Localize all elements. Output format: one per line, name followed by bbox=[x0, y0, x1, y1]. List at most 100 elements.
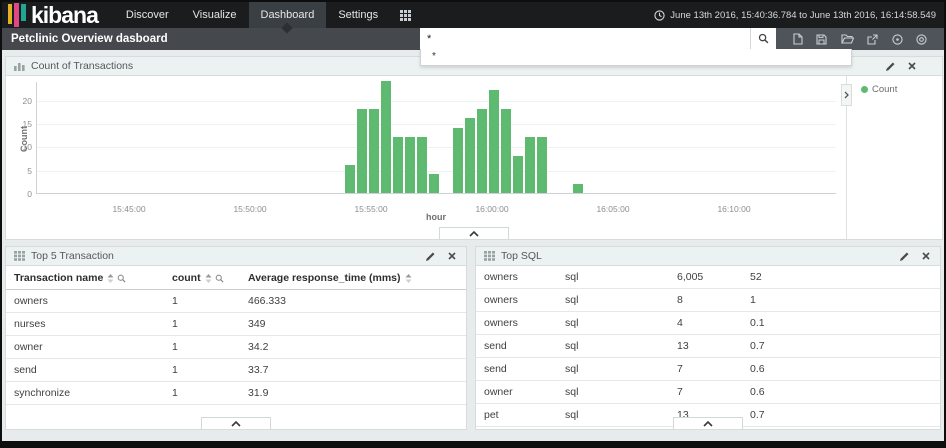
bar-chart-plot[interactable]: 0 5 10 15 20 15:45:00 15:50:00 15:55:00 16:00:00… bbox=[23, 81, 836, 214]
bar-16:00:00[interactable] bbox=[489, 90, 499, 193]
bar-15:54:00[interactable] bbox=[345, 165, 355, 193]
table-cell: 52 bbox=[742, 266, 940, 289]
bar-15:54:30[interactable] bbox=[357, 109, 367, 193]
panel-top5-transaction: Top 5 Transaction Transaction name count A… bbox=[5, 246, 467, 430]
column-search-icon[interactable] bbox=[117, 274, 126, 283]
table-row[interactable]: send sql 7 0.6 bbox=[476, 357, 940, 381]
bar-15:56:00[interactable] bbox=[393, 137, 403, 193]
table-row[interactable]: nurses 1 349 bbox=[6, 312, 466, 336]
table-cell: 0.6 bbox=[742, 357, 940, 381]
top5-collapse-toggle[interactable] bbox=[201, 417, 271, 429]
bar-15:59:30[interactable] bbox=[477, 109, 487, 193]
chevron-up-icon bbox=[469, 230, 479, 237]
table-cell: 1 bbox=[164, 381, 240, 405]
query-input[interactable] bbox=[420, 28, 750, 50]
remove-panel-icon[interactable] bbox=[448, 252, 456, 260]
query-suggestion-item[interactable]: * bbox=[421, 49, 851, 65]
gridline bbox=[37, 147, 836, 149]
dashboard-title: Petclinic Overview dasboard bbox=[2, 28, 420, 50]
table-row[interactable]: owners sql 4 0.1 bbox=[476, 311, 940, 335]
bar-15:57:00[interactable] bbox=[417, 137, 427, 193]
legend-color-dot bbox=[861, 86, 868, 93]
table-row[interactable]: send sql 13 0.7 bbox=[476, 334, 940, 358]
y-axis-tick: 20 bbox=[22, 95, 32, 106]
logo-stripe-gold bbox=[8, 4, 12, 24]
bar-16:02:00[interactable] bbox=[537, 137, 547, 193]
bar-15:59:00[interactable] bbox=[465, 118, 475, 193]
remove-panel-icon[interactable] bbox=[922, 252, 930, 260]
table-row[interactable]: owner sql 7 0.6 bbox=[476, 380, 940, 404]
table-cell: 8 bbox=[669, 288, 742, 312]
bar-16:03:30[interactable] bbox=[573, 184, 583, 193]
table-cell: owner bbox=[6, 335, 164, 359]
table-cell: 0.7 bbox=[742, 334, 940, 358]
table-cell: sql bbox=[557, 311, 669, 335]
add-circle-icon[interactable] bbox=[890, 32, 905, 47]
topsql-collapse-toggle[interactable] bbox=[673, 417, 743, 429]
column-header-count[interactable]: count bbox=[164, 266, 240, 290]
bar-16:01:30[interactable] bbox=[525, 137, 535, 193]
column-header-transaction-name[interactable]: Transaction name bbox=[6, 266, 164, 290]
table-row[interactable]: owner 1 34.2 bbox=[6, 335, 466, 359]
kibana-app: kibana Discover Visualize Dashboard Setting… bbox=[2, 2, 944, 441]
sort-icon[interactable] bbox=[205, 273, 212, 283]
gridline bbox=[37, 124, 836, 125]
table-cell: 7 bbox=[669, 380, 742, 404]
nav-item-visualize[interactable]: Visualize bbox=[181, 2, 249, 28]
top5-panel-title: Top 5 Transaction bbox=[31, 250, 114, 262]
edit-visualization-icon[interactable] bbox=[900, 252, 909, 261]
chart-collapse-toggle[interactable] bbox=[439, 227, 509, 239]
bar-15:56:30[interactable] bbox=[405, 137, 415, 193]
column-label: Transaction name bbox=[14, 272, 104, 284]
sort-icon[interactable] bbox=[405, 273, 412, 283]
open-folder-icon[interactable] bbox=[839, 32, 856, 46]
nav-item-settings[interactable]: Settings bbox=[326, 2, 390, 28]
y-axis-tick: 15 bbox=[22, 119, 32, 129]
table-row[interactable]: synchronize 1 31.9 bbox=[6, 381, 466, 405]
new-document-icon[interactable] bbox=[791, 31, 805, 47]
gear-circle-icon[interactable] bbox=[914, 32, 929, 47]
bar-15:55:30[interactable] bbox=[381, 81, 391, 193]
table-row[interactable]: owners 1 466.333 bbox=[6, 289, 466, 313]
nav-item-dashboard[interactable]: Dashboard bbox=[248, 2, 327, 28]
table-cell: owners bbox=[6, 289, 164, 313]
remove-panel-icon[interactable] bbox=[908, 62, 916, 70]
apps-grid-icon[interactable] bbox=[390, 2, 421, 28]
sort-icon[interactable] bbox=[107, 273, 114, 283]
save-icon[interactable] bbox=[814, 32, 829, 47]
table-cell: 0.6 bbox=[742, 380, 940, 404]
table-row[interactable]: owners sql 6,005 52 bbox=[476, 266, 940, 289]
legend-item-count[interactable]: Count bbox=[861, 84, 897, 95]
table-cell: 466.333 bbox=[240, 289, 466, 313]
time-range-picker[interactable]: June 13th 2016, 15:40:36.784 to June 13t… bbox=[654, 10, 936, 21]
edit-visualization-icon[interactable] bbox=[886, 62, 895, 71]
bar-15:57:30[interactable] bbox=[429, 174, 439, 193]
legend-label: Count bbox=[872, 84, 898, 95]
share-icon[interactable] bbox=[865, 32, 880, 47]
bar-16:01:00[interactable] bbox=[513, 156, 523, 193]
search-button[interactable] bbox=[750, 28, 776, 50]
table-cell: 349 bbox=[240, 312, 466, 336]
column-search-icon[interactable] bbox=[215, 274, 224, 283]
y-axis-tick: 0 bbox=[27, 189, 32, 199]
bar-15:55:00[interactable] bbox=[369, 109, 379, 193]
kibana-logo[interactable]: kibana bbox=[2, 2, 99, 28]
bar-16:00:30[interactable] bbox=[501, 109, 511, 193]
dashboard-config-bar: Petclinic Overview dasboard bbox=[2, 28, 944, 50]
table-row[interactable]: send 1 33.7 bbox=[6, 358, 466, 382]
column-header-average-response-time-mms-[interactable]: Average response_time (mms) bbox=[240, 266, 466, 290]
table-cell: 13 bbox=[669, 334, 742, 358]
edit-visualization-icon[interactable] bbox=[426, 252, 435, 261]
table-cell: 7 bbox=[669, 357, 742, 381]
table-cell: 1 bbox=[742, 288, 940, 312]
table-cell: 33.7 bbox=[240, 358, 466, 382]
nav-item-discover[interactable]: Discover bbox=[114, 2, 181, 28]
legend-collapse-handle[interactable] bbox=[841, 84, 852, 106]
table-row[interactable]: owners sql 8 1 bbox=[476, 288, 940, 312]
topsql-table: owners sql 6,005 52 owners sql 8 1 owners sql 4 0.1… bbox=[476, 266, 940, 429]
bar-15:58:30[interactable] bbox=[453, 128, 463, 193]
table-cell: sql bbox=[557, 426, 669, 429]
screenshot-frame: kibana Discover Visualize Dashboard Setting… bbox=[0, 0, 946, 448]
top-nav-bar: kibana Discover Visualize Dashboard Setting… bbox=[2, 2, 944, 28]
table-cell: 34.2 bbox=[240, 335, 466, 359]
